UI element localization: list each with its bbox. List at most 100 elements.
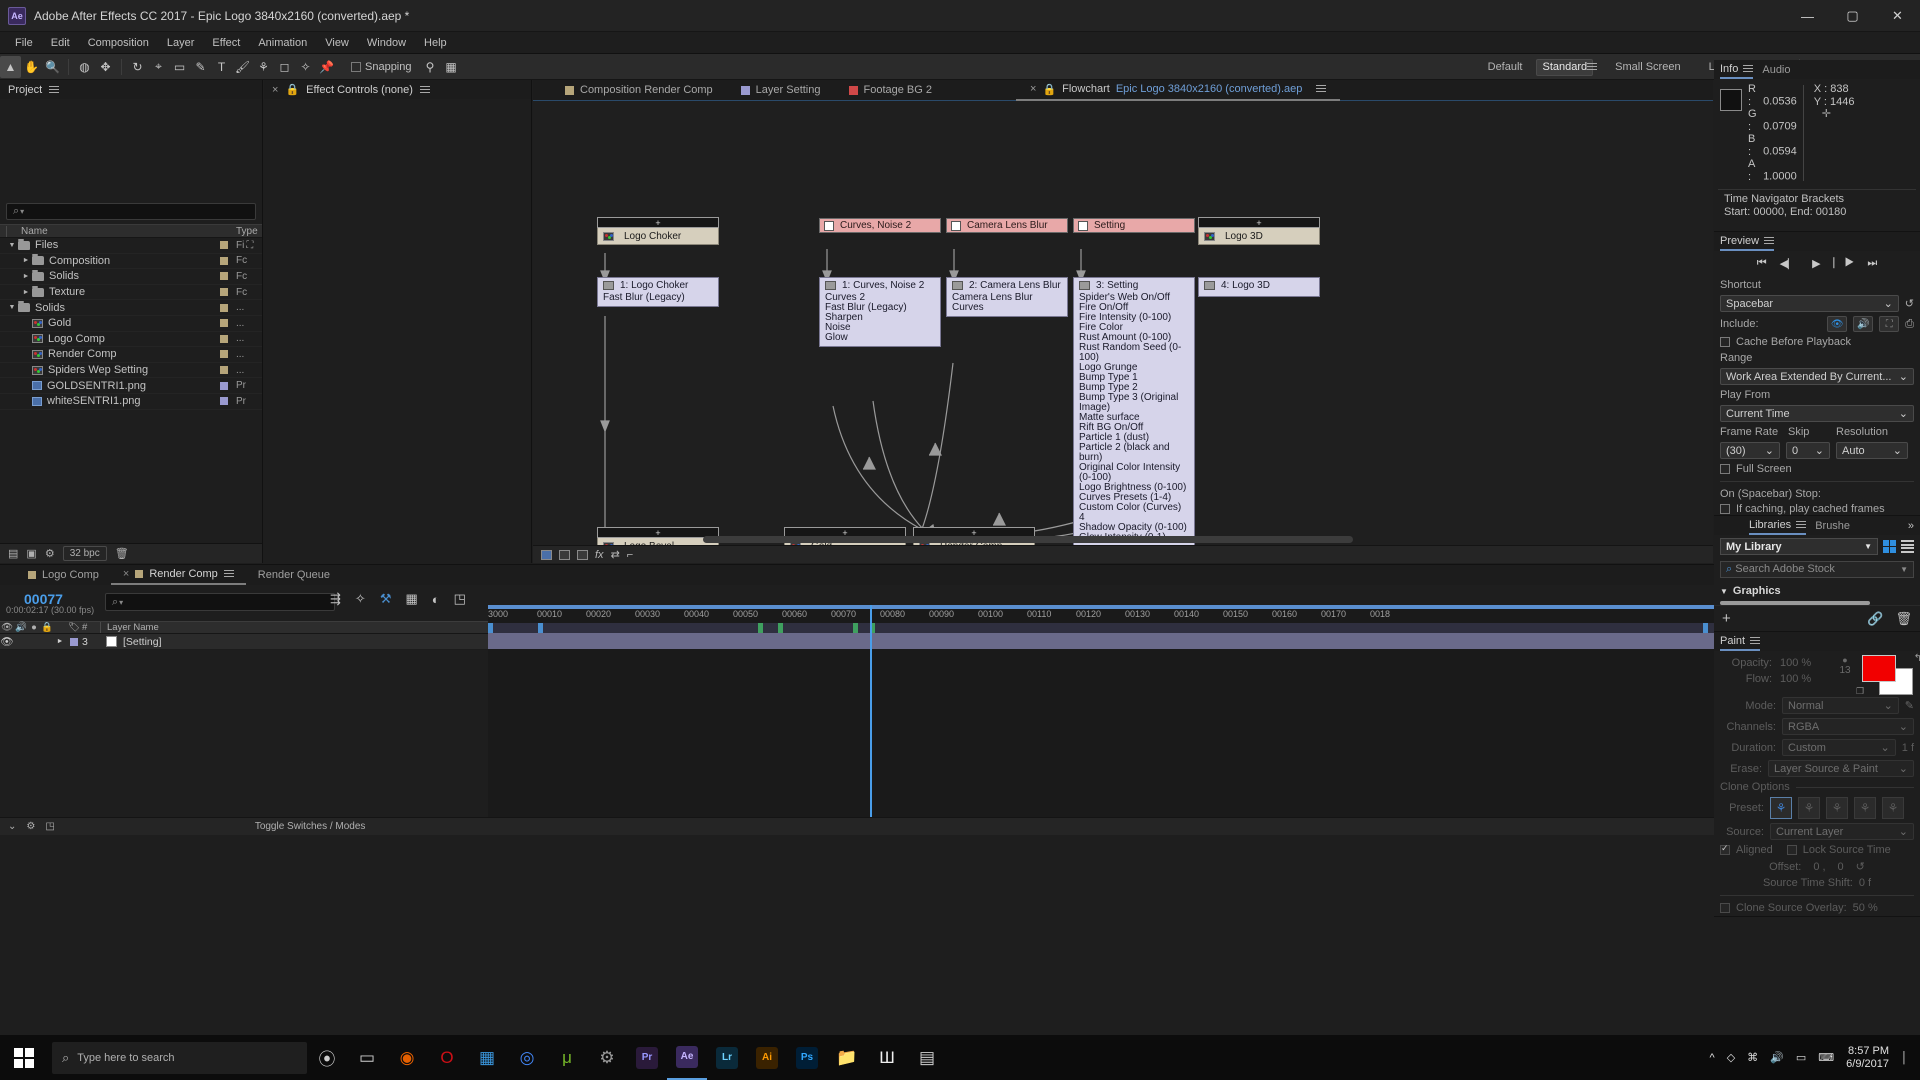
node-expand-button[interactable]: + bbox=[597, 217, 719, 228]
clone-preset-5[interactable]: ⚘ bbox=[1882, 797, 1904, 819]
project-item-label[interactable] bbox=[212, 272, 236, 281]
menu-view[interactable]: View bbox=[316, 35, 358, 51]
type-tool[interactable]: T bbox=[211, 56, 232, 78]
node-effect-item[interactable]: Custom Color (Curves) 4 bbox=[1079, 503, 1189, 523]
channels-select[interactable]: RGBA ⌄ bbox=[1782, 718, 1914, 735]
toggle-switches-modes-button[interactable]: Toggle Switches / Modes bbox=[255, 821, 366, 832]
project-item-gold[interactable]: Gold... bbox=[0, 316, 262, 332]
node-expand-button[interactable]: + bbox=[1198, 217, 1320, 228]
trash-icon[interactable]: 🗑 bbox=[1895, 611, 1912, 627]
flowchart-comp-node-logo-bevel[interactable]: +Logo Bevel bbox=[597, 527, 719, 545]
reset-shortcut-icon[interactable]: ↺ bbox=[1905, 297, 1914, 310]
node-header[interactable]: 2: Camera Lens Blur bbox=[947, 278, 1067, 293]
menu-edit[interactable]: Edit bbox=[42, 35, 79, 51]
taskbar-clock[interactable]: 8:57 PM 6/9/2017 bbox=[1846, 1045, 1889, 1071]
draft-3d-icon[interactable]: ✧ bbox=[355, 591, 366, 607]
node-effect-item[interactable]: Bump Type 3 (Original Image) bbox=[1079, 393, 1189, 413]
eyedropper-icon[interactable]: ✎ bbox=[1905, 699, 1914, 712]
project-search-input[interactable]: ⌕ ▾ bbox=[6, 203, 256, 220]
effect-controls-close-icon[interactable]: × bbox=[272, 84, 278, 96]
tab-preview[interactable]: Preview bbox=[1720, 232, 1775, 251]
flowchart-flow-direction-icon[interactable]: ⇄ bbox=[611, 548, 620, 561]
node-effect-item[interactable]: Glow bbox=[825, 333, 935, 343]
cached-frames-row[interactable]: If caching, play cached frames bbox=[1714, 502, 1920, 515]
clone-preset-3[interactable]: ⚘ bbox=[1826, 797, 1848, 819]
close-icon[interactable]: × bbox=[123, 568, 129, 580]
taskbar-illustrator-icon[interactable]: Ai bbox=[747, 1035, 787, 1080]
project-item-label[interactable] bbox=[212, 397, 236, 406]
taskbar-chrome-icon[interactable]: ◎ bbox=[507, 1035, 547, 1080]
project-tab-label[interactable]: Project bbox=[8, 84, 42, 96]
close-button[interactable]: ✕ bbox=[1875, 0, 1920, 32]
effect-controls-menu-icon[interactable] bbox=[419, 85, 430, 94]
cache-before-playback-checkbox[interactable] bbox=[1720, 337, 1730, 347]
column-name[interactable]: Name bbox=[6, 225, 212, 237]
node-toggle-checkbox[interactable] bbox=[1078, 220, 1088, 231]
flowchart-footage-node-setting[interactable]: Setting bbox=[1073, 218, 1195, 233]
taskbar-settings-icon[interactable]: ⚙ bbox=[587, 1035, 627, 1080]
paint-panel-menu-icon[interactable] bbox=[1750, 636, 1761, 645]
puppet-pin-tool[interactable]: 📌 bbox=[316, 56, 337, 78]
project-item-texture[interactable]: ► Texture Fc bbox=[0, 285, 262, 301]
stock-filter-icon[interactable]: ▼ bbox=[1900, 565, 1908, 574]
flowchart-layer-node-layer-logo-choker[interactable]: 1: Logo Choker Fast Blur (Legacy) bbox=[597, 277, 719, 307]
flowchart-comp-node-logo-choker[interactable]: + Logo Choker bbox=[597, 217, 719, 245]
shortcut-select[interactable]: Spacebar ⌄ bbox=[1720, 295, 1899, 312]
timeline-tab-render-queue[interactable]: Render Queue bbox=[246, 565, 342, 585]
graphics-group-header[interactable]: ▼ Graphics bbox=[1714, 581, 1920, 601]
grid-view-icon[interactable] bbox=[1883, 540, 1896, 553]
brush-tool[interactable]: 🖌 bbox=[232, 56, 253, 78]
tray-battery-icon[interactable]: ▭ bbox=[1796, 1051, 1806, 1064]
layer-label-swatch[interactable] bbox=[70, 637, 78, 646]
add-library-item-icon[interactable]: + bbox=[1722, 610, 1731, 627]
panel-overflow-icon[interactable]: » bbox=[1908, 520, 1914, 532]
previous-frame-button[interactable]: ◀⎸ bbox=[1780, 257, 1799, 271]
project-item-label[interactable] bbox=[212, 350, 236, 359]
column-type[interactable]: Type bbox=[236, 226, 262, 237]
layer-duration-bar[interactable] bbox=[488, 633, 1714, 649]
tray-expand-icon[interactable]: ^ bbox=[1710, 1052, 1715, 1064]
twirl-icon[interactable]: ▼ bbox=[6, 304, 18, 311]
frame-rate-select[interactable]: (30) ⌄ bbox=[1720, 442, 1780, 459]
resolution-select[interactable]: Auto ⌄ bbox=[1836, 442, 1908, 459]
snap-magnet-icon[interactable]: ⚲ bbox=[420, 56, 441, 78]
taskbar-utorrent-icon[interactable]: μ bbox=[547, 1035, 587, 1080]
anchor-point-tool[interactable]: ⌖ bbox=[148, 56, 169, 78]
clone-preset-1[interactable]: ⚘ bbox=[1770, 797, 1792, 819]
include-video-icon[interactable]: 👁 bbox=[1827, 316, 1848, 332]
tray-network-icon[interactable]: ⌘ bbox=[1747, 1051, 1758, 1064]
current-time-indicator[interactable] bbox=[870, 605, 872, 817]
pen-tool[interactable]: ✎ bbox=[190, 56, 211, 78]
node-body[interactable]: Logo Choker bbox=[597, 228, 719, 245]
library-select[interactable]: My Library ▼ bbox=[1720, 538, 1878, 555]
timeline-graph-icon[interactable]: ◳ bbox=[45, 821, 54, 832]
full-screen-row[interactable]: Full Screen bbox=[1714, 461, 1920, 477]
taskbar-task-view-icon[interactable]: ▭ bbox=[347, 1035, 387, 1080]
preview-export-icon[interactable]: ⎙ bbox=[1905, 318, 1914, 331]
project-item-files[interactable]: ▼ Files Fi ⛶ bbox=[0, 238, 262, 254]
close-icon[interactable]: × bbox=[1030, 83, 1036, 95]
flowchart-footage-node-curves-noise-2[interactable]: Curves, Noise 2 bbox=[819, 218, 941, 233]
node-effect-item[interactable]: Original Color Intensity (0-100) bbox=[1079, 463, 1189, 483]
taskbar-search-input[interactable]: ⌕ Type here to search bbox=[52, 1041, 307, 1074]
lock-icon[interactable]: 🔒 bbox=[1042, 83, 1056, 96]
menu-animation[interactable]: Animation bbox=[249, 35, 316, 51]
hide-shy-layers-icon[interactable]: ⚒ bbox=[380, 591, 392, 607]
node-effect-item[interactable]: Rust Random Seed (0-100) bbox=[1079, 343, 1189, 363]
new-comp-icon[interactable]: ▣ bbox=[26, 547, 36, 560]
taskbar-media-player-icon[interactable]: ▤ bbox=[907, 1035, 947, 1080]
project-item-render-comp[interactable]: Render Comp... bbox=[0, 347, 262, 363]
last-frame-button[interactable]: ⏭ bbox=[1867, 257, 1877, 271]
timeline-settings-icon[interactable]: ⚙ bbox=[26, 821, 35, 832]
project-item-label[interactable] bbox=[212, 303, 236, 312]
source-select[interactable]: Current Layer ⌄ bbox=[1770, 823, 1914, 840]
expand-collapse-icon[interactable]: ⌄ bbox=[8, 821, 16, 832]
twirl-icon[interactable]: ► bbox=[20, 289, 32, 296]
preview-panel-menu-icon[interactable] bbox=[1764, 236, 1775, 245]
flowchart-layer-node-layer-camera-lens-blur[interactable]: 2: Camera Lens Blur Camera Lens Blur Curve… bbox=[946, 277, 1068, 317]
layer-video-toggle[interactable]: 👁 bbox=[0, 635, 14, 648]
frame-blending-icon[interactable]: ▦ bbox=[405, 591, 417, 607]
taskbar-firefox-icon[interactable]: ◉ bbox=[387, 1035, 427, 1080]
viewer-tab-composition-render-comp[interactable]: Composition Render Comp bbox=[551, 80, 727, 101]
project-item-goldsentri1-png[interactable]: GOLDSENTRI1.png Pr bbox=[0, 378, 262, 394]
